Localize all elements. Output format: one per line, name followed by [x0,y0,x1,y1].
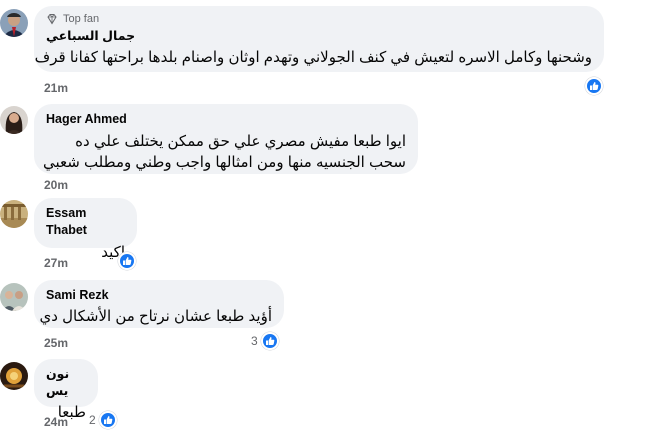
avatar-image [0,362,28,390]
reaction-summary[interactable]: 3 [251,332,279,350]
comment-text: أؤيد طبعا عشان نرتاح من الأشكال دي [39,308,272,325]
like-icon [98,411,117,429]
comment-text: سحب الجنسيه منها ومن امثالها واجب وطني و… [42,154,406,171]
comment-text: وشحنها وكامل الاسره لتعيش في كنف الجولان… [34,49,592,66]
like-icon [260,332,279,350]
comment-author[interactable]: Essam Thabet [46,205,125,239]
reaction-count: 3 [251,334,258,348]
avatar-image [0,106,28,134]
reaction-count: 2 [89,413,96,427]
diamond-icon [47,14,57,25]
avatar[interactable] [0,106,28,134]
comment-bubble: Sami Rezk أؤيد طبعا عشان نرتاح من الأشكا… [34,280,284,328]
comment-bubble: Top fan جمال السباعي وشحنها وكامل الاسره… [34,6,604,72]
avatar-image [0,9,28,37]
reaction-summary[interactable] [118,252,139,270]
avatar[interactable] [0,9,28,37]
comment-author[interactable]: Hager Ahmed [46,111,406,128]
comment-timestamp[interactable]: 25m [44,336,68,350]
like-icon [118,252,136,270]
comment-text: ايوا طبعا مفيش مصري علي حق ممكن يختلف عل… [75,133,406,150]
avatar[interactable] [0,283,28,311]
reaction-summary[interactable]: 2 [89,411,117,429]
avatar[interactable] [0,362,28,390]
comment-timestamp[interactable]: 27m [44,256,68,270]
avatar-image [0,283,28,311]
comment-bubble: Hager Ahmed ايوا طبعا مفيش مصري علي حق م… [34,104,418,174]
comment-timestamp[interactable]: 20m [44,178,68,192]
reaction-summary[interactable] [585,77,606,95]
comment-author[interactable]: نون يس [46,366,86,400]
avatar-image [0,200,28,228]
comment-bubble: Essam Thabet اكيد [34,198,137,261]
comment-timestamp[interactable]: 24m [44,415,68,429]
comment-author[interactable]: Sami Rezk [46,287,272,304]
comment-author[interactable]: جمال السباعي [46,28,592,45]
avatar[interactable] [0,200,28,228]
badge-label: Top fan [63,13,100,25]
top-fan-badge[interactable]: Top fan [46,13,592,25]
comment-bubble: نون يس طبعا [34,359,98,421]
comment-timestamp[interactable]: 21m [44,81,68,95]
like-icon [585,77,603,95]
